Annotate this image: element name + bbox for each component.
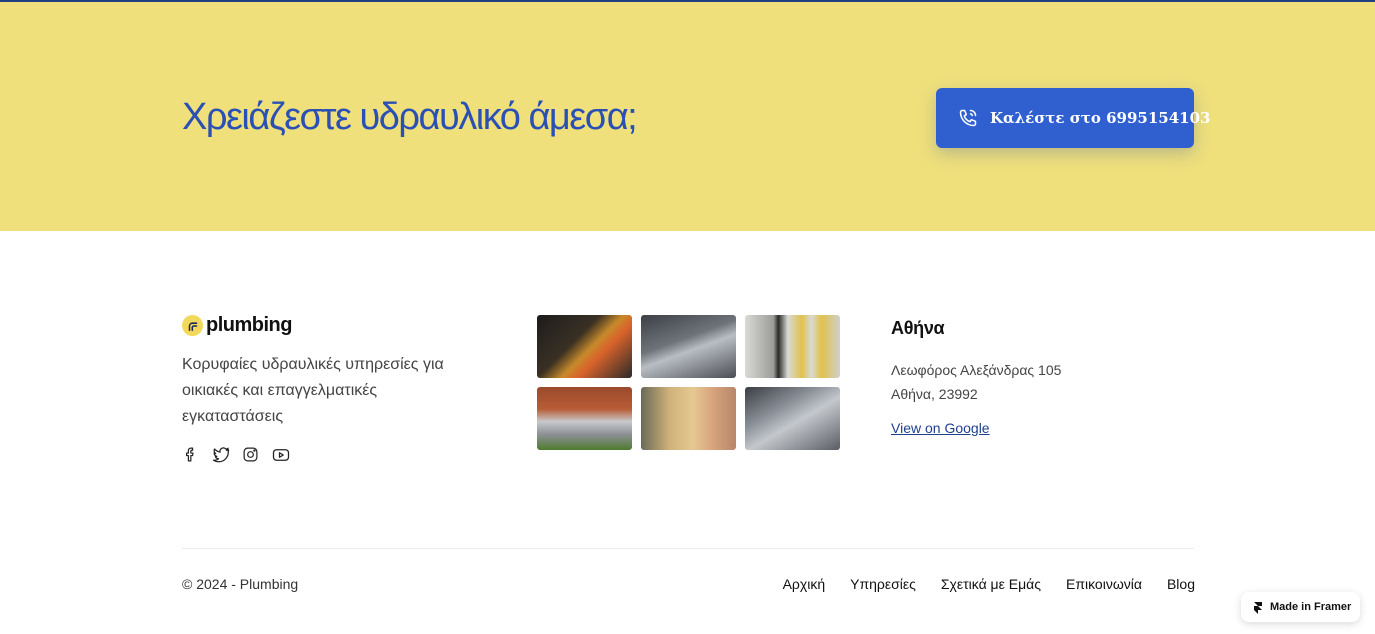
framer-badge-label: Made in Framer (1270, 601, 1352, 613)
social-links (182, 446, 290, 464)
pipe-icon (182, 315, 203, 336)
cta-title: Χρειάζεστε υδραυλικό άμεσα; (182, 96, 638, 138)
facebook-icon[interactable] (182, 446, 200, 464)
call-button[interactable]: Καλέστε στο 6995154103 (936, 88, 1210, 148)
address-street: Λεωφόρος Αλεξάνδρας 105 (891, 362, 1062, 378)
footer-link-home[interactable]: Αρχική (783, 576, 826, 592)
footer-link-about[interactable]: Σχετικά με Εμάς (941, 576, 1041, 592)
location-address: Λεωφόρος Αλεξάνδρας 105 Αθήνα, 23992 (891, 358, 1061, 406)
gallery-image-wall-pipe[interactable] (641, 387, 736, 450)
gallery-image-industrial-pipes[interactable] (745, 387, 840, 450)
footer-link-services[interactable]: Υπηρεσίες (850, 576, 916, 592)
cta-section: Χρειάζεστε υδραυλικό άμεσα; Καλέστε στο … (0, 0, 1375, 231)
youtube-icon[interactable] (272, 446, 290, 464)
footer-divider (182, 548, 1194, 549)
footer-link-blog[interactable]: Blog (1167, 576, 1195, 592)
instagram-icon[interactable] (242, 446, 260, 464)
gallery-image-black-yellow-pipes[interactable] (745, 315, 840, 378)
gallery-image-copper-valve[interactable] (537, 315, 632, 378)
address-city-zip: Αθήνα, 23992 (891, 386, 978, 402)
phone-icon (958, 108, 978, 128)
footer-nav: Αρχική Υπηρεσίες Σχετικά με Εμάς Επικοιν… (783, 576, 1195, 592)
brand-name: plumbing (206, 314, 292, 336)
brand-tagline: Κορυφαίες υδραυλικές υπηρεσίες για οικια… (182, 356, 444, 425)
call-button-label: Καλέστε στο 6995154103 (990, 109, 1211, 127)
view-on-google-link[interactable]: View on Google (891, 420, 990, 436)
brand-logo[interactable]: plumbing (182, 314, 292, 337)
gallery-image-chrome-faucet[interactable] (641, 315, 736, 378)
copyright-text: © 2024 - Plumbing (182, 576, 299, 592)
framer-icon (1252, 601, 1264, 614)
made-in-framer-badge[interactable]: Made in Framer (1241, 592, 1360, 622)
footer-link-contact[interactable]: Επικοινωνία (1066, 576, 1142, 592)
location-city: Αθήνα (891, 318, 945, 338)
twitter-icon[interactable] (212, 446, 230, 464)
image-gallery (537, 315, 841, 450)
gallery-image-building-ducts[interactable] (537, 387, 632, 450)
